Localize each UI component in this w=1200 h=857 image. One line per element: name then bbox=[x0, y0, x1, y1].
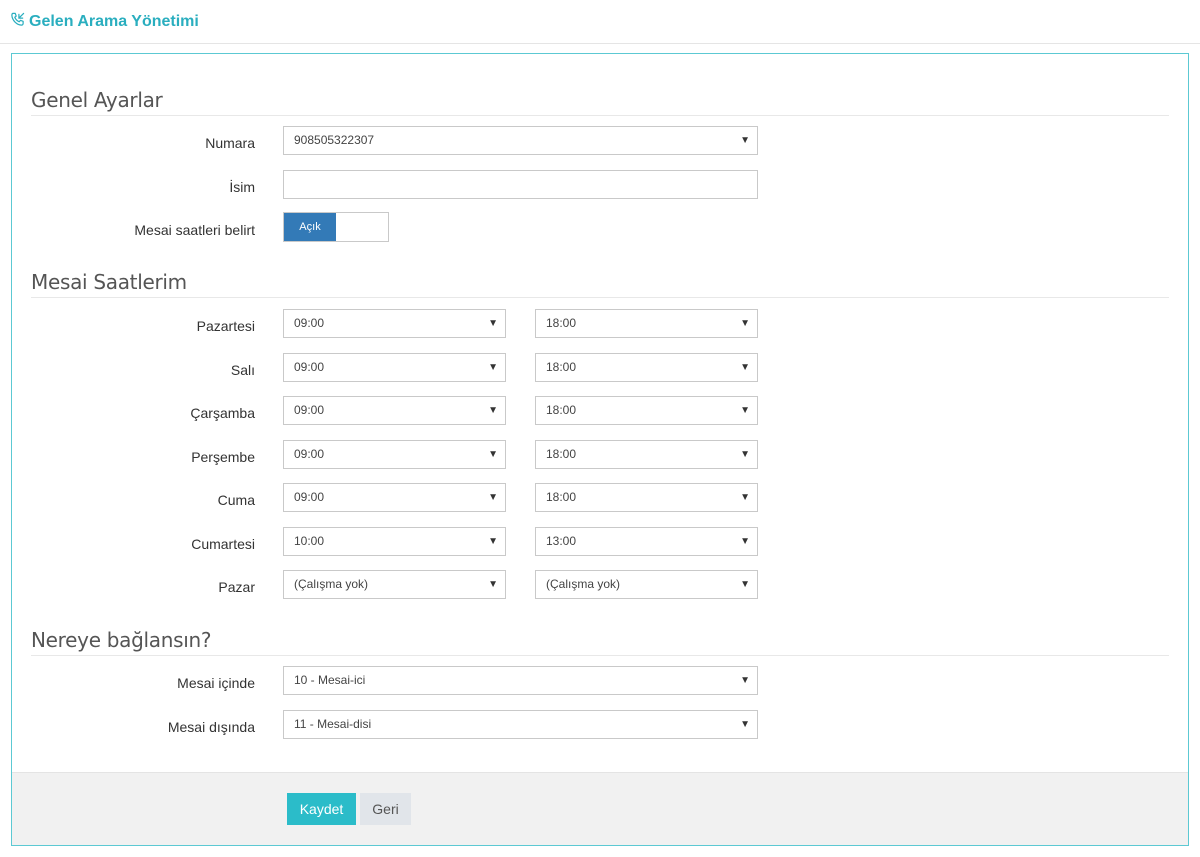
select-value: 18:00 bbox=[546, 360, 577, 374]
day-label-wednesday: Çarşamba bbox=[190, 405, 255, 421]
phone-incoming-icon bbox=[10, 12, 25, 32]
chevron-down-icon: ▼ bbox=[740, 318, 750, 329]
monday-start-select[interactable]: 09:00 ▼ bbox=[283, 309, 506, 338]
saturday-start-select[interactable]: 10:00 ▼ bbox=[283, 527, 506, 556]
settings-panel: Genel Ayarlar Numara 908505322307 ▼ İsim… bbox=[11, 53, 1189, 846]
save-button[interactable]: Kaydet bbox=[287, 793, 356, 825]
select-value: 18:00 bbox=[546, 490, 577, 504]
select-value: 09:00 bbox=[294, 360, 325, 374]
page-header: Gelen Arama Yönetimi bbox=[0, 0, 1200, 44]
chevron-down-icon: ▼ bbox=[740, 492, 750, 503]
select-value: 09:00 bbox=[294, 316, 325, 330]
day-label-saturday: Cumartesi bbox=[191, 536, 255, 552]
select-value: 09:00 bbox=[294, 447, 325, 461]
saturday-end-select[interactable]: 13:00 ▼ bbox=[535, 527, 758, 556]
friday-start-select[interactable]: 09:00 ▼ bbox=[283, 483, 506, 512]
select-value: 18:00 bbox=[546, 316, 577, 330]
working-hours-toggle[interactable]: Açık bbox=[283, 212, 389, 242]
monday-end-select[interactable]: 18:00 ▼ bbox=[535, 309, 758, 338]
chevron-down-icon: ▼ bbox=[740, 579, 750, 590]
chevron-down-icon: ▼ bbox=[740, 405, 750, 416]
chevron-down-icon: ▼ bbox=[488, 536, 498, 547]
inside-hours-label: Mesai içinde bbox=[177, 675, 255, 691]
inside-hours-select[interactable]: 10 - Mesai-ici ▼ bbox=[283, 666, 758, 695]
chevron-down-icon: ▼ bbox=[488, 405, 498, 416]
chevron-down-icon: ▼ bbox=[740, 135, 750, 146]
day-label-sunday: Pazar bbox=[218, 579, 255, 595]
chevron-down-icon: ▼ bbox=[740, 362, 750, 373]
working-hours-toggle-label: Mesai saatleri belirt bbox=[134, 222, 255, 238]
chevron-down-icon: ▼ bbox=[740, 449, 750, 460]
number-label: Numara bbox=[205, 135, 255, 151]
chevron-down-icon: ▼ bbox=[488, 318, 498, 329]
select-value: 18:00 bbox=[546, 403, 577, 417]
tuesday-end-select[interactable]: 18:00 ▼ bbox=[535, 353, 758, 382]
select-value: 09:00 bbox=[294, 403, 325, 417]
chevron-down-icon: ▼ bbox=[740, 536, 750, 547]
thursday-start-select[interactable]: 09:00 ▼ bbox=[283, 440, 506, 469]
select-value: 10 - Mesai-ici bbox=[294, 673, 366, 687]
friday-end-select[interactable]: 18:00 ▼ bbox=[535, 483, 758, 512]
outside-hours-select[interactable]: 11 - Mesai-disi ▼ bbox=[283, 710, 758, 739]
page-title-text: Gelen Arama Yönetimi bbox=[29, 13, 199, 30]
chevron-down-icon: ▼ bbox=[740, 675, 750, 686]
toggle-on-label: Açık bbox=[284, 213, 336, 241]
tuesday-start-select[interactable]: 09:00 ▼ bbox=[283, 353, 506, 382]
select-value: 11 - Mesai-disi bbox=[294, 717, 372, 731]
thursday-end-select[interactable]: 18:00 ▼ bbox=[535, 440, 758, 469]
sunday-start-select[interactable]: (Çalışma yok) ▼ bbox=[283, 570, 506, 599]
select-value: (Çalışma yok) bbox=[294, 577, 369, 591]
chevron-down-icon: ▼ bbox=[488, 492, 498, 503]
section-divider bbox=[31, 655, 1169, 656]
section-divider bbox=[31, 297, 1169, 298]
select-value: 09:00 bbox=[294, 490, 325, 504]
form-footer: Kaydet Geri bbox=[12, 772, 1188, 845]
section-title-routing: Nereye bağlansın? bbox=[31, 628, 212, 652]
day-label-friday: Cuma bbox=[217, 492, 255, 508]
number-select-value: 908505322307 bbox=[294, 133, 375, 147]
chevron-down-icon: ▼ bbox=[740, 719, 750, 730]
page-title: Gelen Arama Yönetimi bbox=[10, 12, 199, 32]
name-label: İsim bbox=[229, 179, 255, 195]
day-label-monday: Pazartesi bbox=[196, 318, 255, 334]
section-title-hours: Mesai Saatlerim bbox=[31, 270, 187, 294]
back-button[interactable]: Geri bbox=[360, 793, 411, 825]
day-label-tuesday: Salı bbox=[230, 362, 255, 378]
number-select[interactable]: 908505322307 ▼ bbox=[283, 126, 758, 155]
outside-hours-label: Mesai dışında bbox=[167, 719, 255, 735]
section-divider bbox=[31, 115, 1169, 116]
name-input[interactable] bbox=[283, 170, 758, 199]
wednesday-end-select[interactable]: 18:00 ▼ bbox=[535, 396, 758, 425]
chevron-down-icon: ▼ bbox=[488, 579, 498, 590]
chevron-down-icon: ▼ bbox=[488, 362, 498, 373]
chevron-down-icon: ▼ bbox=[488, 449, 498, 460]
select-value: 13:00 bbox=[546, 534, 577, 548]
day-label-thursday: Perşembe bbox=[191, 449, 255, 465]
section-title-general: Genel Ayarlar bbox=[31, 88, 163, 112]
select-value: (Çalışma yok) bbox=[546, 577, 621, 591]
wednesday-start-select[interactable]: 09:00 ▼ bbox=[283, 396, 506, 425]
select-value: 10:00 bbox=[294, 534, 325, 548]
sunday-end-select[interactable]: (Çalışma yok) ▼ bbox=[535, 570, 758, 599]
select-value: 18:00 bbox=[546, 447, 577, 461]
